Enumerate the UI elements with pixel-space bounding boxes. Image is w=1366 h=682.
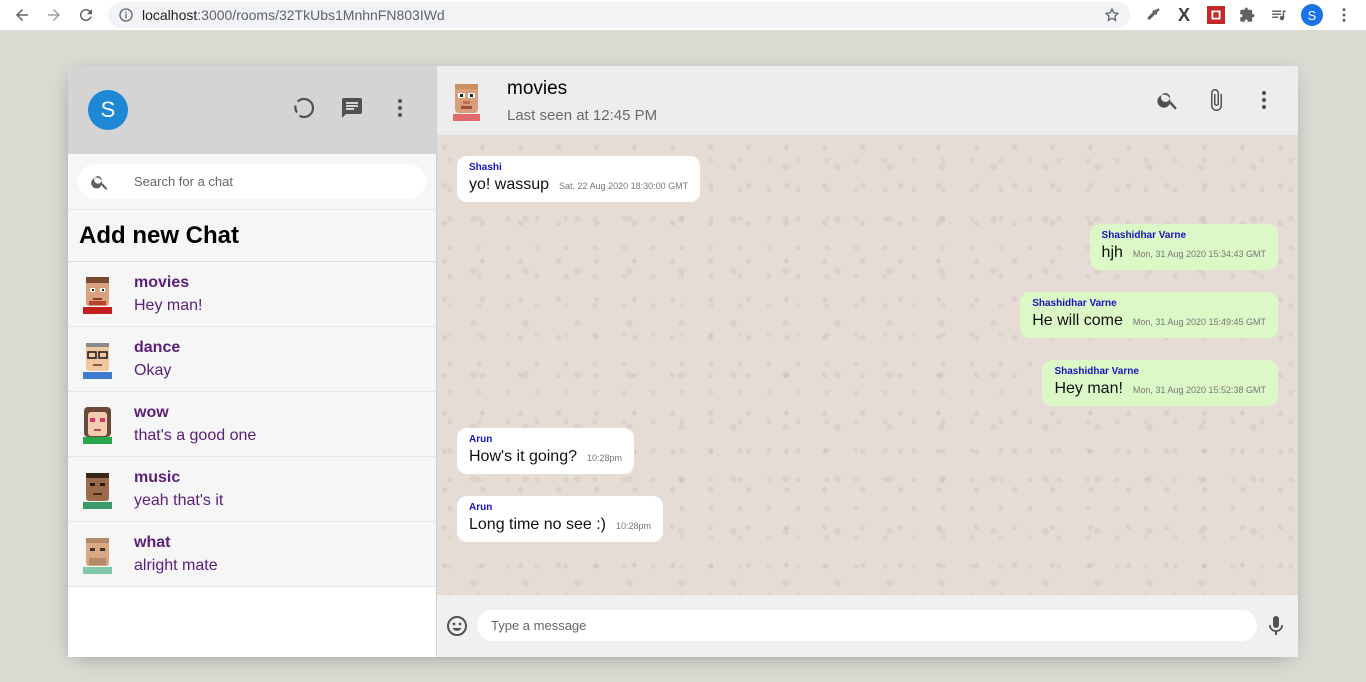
message-timestamp: Mon, 31 Aug 2020 15:52:38 GMT	[1132, 385, 1266, 395]
message-input[interactable]	[491, 618, 1231, 633]
message-timestamp: Sat, 22 Aug 2020 18:30:00 GMT	[559, 181, 689, 191]
message-timestamp: 10:28pm	[615, 521, 651, 531]
chat-name: movies	[134, 273, 190, 291]
message-timestamp: 10:28pm	[587, 453, 623, 463]
chat-name: dance	[134, 338, 181, 356]
user-avatar[interactable]: S	[88, 90, 128, 130]
message-author: Shashidhar Varne	[1054, 366, 1139, 377]
chat-last-message: Hey man!	[134, 296, 203, 314]
red-extension-icon[interactable]	[1205, 4, 1227, 26]
message-author: Arun	[469, 434, 493, 445]
chat-list-item[interactable]: music yeah that's it	[68, 457, 436, 522]
more-vert-icon[interactable]	[388, 96, 412, 120]
media-queue-icon[interactable]	[1268, 4, 1290, 26]
chat-panel: movies Last seen at 12:45 PM Shashi yo! …	[437, 66, 1298, 657]
more-vert-icon[interactable]	[1252, 88, 1276, 112]
search-icon[interactable]	[1156, 88, 1180, 112]
chat-name: wow	[134, 403, 169, 421]
message-timestamp: Mon, 31 Aug 2020 15:34:43 GMT	[1132, 249, 1266, 259]
chat-list-item[interactable]: dance Okay	[68, 327, 436, 392]
message-text: He will come	[1032, 312, 1123, 329]
message-text: How's it going?	[469, 448, 577, 465]
message-text: yo! wassup	[469, 176, 550, 193]
message-bubble-sent: Shashidhar Varne He will come Mon, 31 Au…	[1020, 292, 1278, 338]
browser-menu-icon[interactable]	[1333, 4, 1355, 26]
back-arrow-icon[interactable]	[8, 0, 36, 30]
chat-last-message: Okay	[134, 361, 172, 379]
eyedropper-extension-icon[interactable]	[1142, 4, 1164, 26]
message-text: Long time no see :)	[469, 516, 606, 533]
puzzle-extensions-icon[interactable]	[1236, 4, 1258, 26]
x-extension-icon[interactable]: X	[1173, 4, 1195, 26]
message-author: Arun	[469, 502, 493, 513]
message-text: hjh	[1101, 244, 1123, 261]
bookmark-star-icon[interactable]	[1104, 7, 1120, 23]
forward-arrow-icon[interactable]	[40, 0, 68, 30]
avatar-dark-icon	[83, 473, 112, 509]
message-author: Shashi	[469, 162, 502, 173]
search-input[interactable]	[134, 174, 394, 189]
chat-name: music	[134, 468, 181, 486]
chat-list-item[interactable]: what alright mate	[68, 522, 436, 587]
message-bubble: Arun Long time no see :) 10:28pm	[457, 496, 663, 542]
message-bubble: Shashi yo! wassup Sat, 22 Aug 2020 18:30…	[457, 156, 701, 202]
chat-list-item[interactable]: wow that's a good one	[68, 392, 436, 457]
info-icon[interactable]	[118, 7, 134, 23]
message-author: Shashidhar Varne	[1101, 230, 1187, 241]
avatar-hearts-icon	[83, 407, 112, 444]
url-text: localhost:3000/rooms/32TkUbs1MnhnFN803IW…	[142, 7, 445, 23]
sidebar: S Add new Chat	[68, 66, 437, 657]
message-timestamp: Mon, 31 Aug 2020 15:49:45 GMT	[1132, 317, 1266, 327]
avatar-red-shirt-icon	[83, 277, 112, 314]
message-bubble: Arun How's it going? 10:28pm	[457, 428, 635, 474]
chat-name: what	[134, 533, 171, 551]
browser-toolbar: localhost:3000/rooms/32TkUbs1MnhnFN803IW…	[0, 0, 1366, 30]
message-bubble-sent: Shashidhar Varne Hey man! Mon, 31 Aug 20…	[1042, 360, 1278, 406]
mic-icon[interactable]	[1264, 614, 1288, 638]
address-bar[interactable]: localhost:3000/rooms/32TkUbs1MnhnFN803IW…	[108, 2, 1130, 28]
search-icon	[91, 175, 108, 190]
chat-last-message: alright mate	[134, 556, 218, 574]
message-input-container	[477, 610, 1257, 641]
sidebar-empty-area	[68, 587, 436, 657]
chat-last-message: yeah that's it	[134, 491, 224, 509]
search-container	[78, 164, 426, 199]
chat-last-message: that's a good one	[134, 426, 257, 444]
message-text: Hey man!	[1054, 380, 1123, 397]
avatar-beard-icon	[83, 538, 112, 574]
reload-icon[interactable]	[72, 0, 100, 30]
chat-header: movies Last seen at 12:45 PM	[437, 66, 1298, 136]
room-avatar-icon[interactable]	[450, 81, 483, 121]
chat-icon[interactable]	[340, 96, 364, 120]
message-bubble-sent: Shashidhar Varne hjh Mon, 31 Aug 2020 15…	[1089, 224, 1278, 270]
message-area[interactable]: Shashi yo! wassup Sat, 22 Aug 2020 18:30…	[437, 136, 1298, 595]
add-new-chat-button[interactable]: Add new Chat	[68, 210, 436, 262]
room-title: movies	[507, 77, 568, 99]
sidebar-header: S	[68, 66, 436, 154]
emoji-icon[interactable]	[445, 614, 469, 638]
chat-footer	[437, 595, 1298, 657]
avatar-glasses-icon	[83, 343, 112, 379]
status-icon[interactable]	[292, 96, 316, 120]
chat-app-window: S Add new Chat	[68, 66, 1298, 657]
last-seen-text: Last seen at 12:45 PM	[507, 106, 658, 124]
message-author: Shashidhar Varne	[1032, 298, 1117, 309]
chat-list-item[interactable]: movies Hey man!	[68, 262, 436, 327]
browser-profile-avatar[interactable]: S	[1301, 4, 1323, 26]
sidebar-search	[68, 154, 436, 210]
attach-file-icon[interactable]	[1204, 88, 1228, 112]
